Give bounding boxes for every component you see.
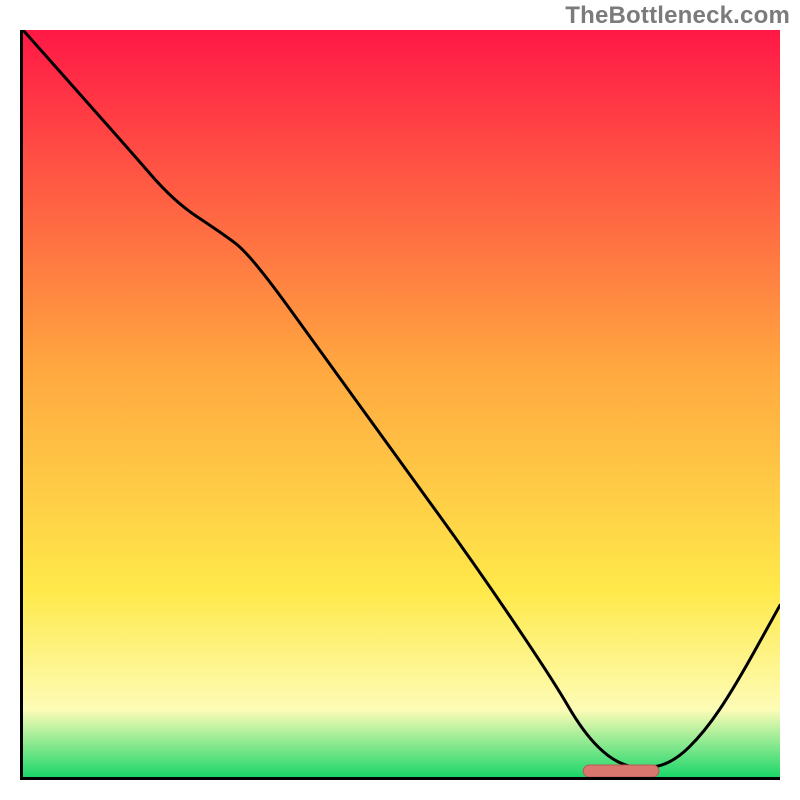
watermark-text: TheBottleneck.com (565, 2, 790, 30)
chart-frame: TheBottleneck.com (0, 0, 800, 800)
plot-svg (23, 30, 780, 777)
optimal-marker (583, 765, 659, 777)
plot-area (20, 30, 780, 780)
gradient-background (23, 30, 780, 777)
